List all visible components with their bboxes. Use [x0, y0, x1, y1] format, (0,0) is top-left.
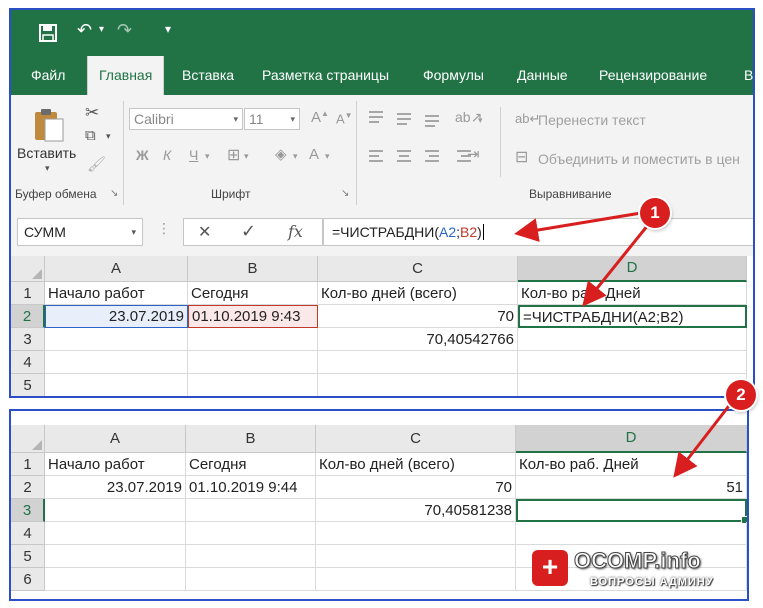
- step-badge-1: 1: [640, 198, 670, 228]
- step-badge-2: 2: [726, 380, 756, 410]
- watermark: + OCOMP.info ВОПРОСЫ АДМИНУ: [530, 548, 746, 594]
- plus-logo-icon: +: [532, 550, 568, 586]
- annotation-arrows: [514, 211, 737, 478]
- watermark-tagline: ВОПРОСЫ АДМИНУ: [590, 576, 714, 588]
- arrow-to-formula-bar: [514, 211, 643, 242]
- watermark-brand: OCOMP.info: [574, 548, 702, 574]
- arrow-to-cell-d2: [582, 218, 654, 307]
- arrow-to-result: [673, 396, 737, 478]
